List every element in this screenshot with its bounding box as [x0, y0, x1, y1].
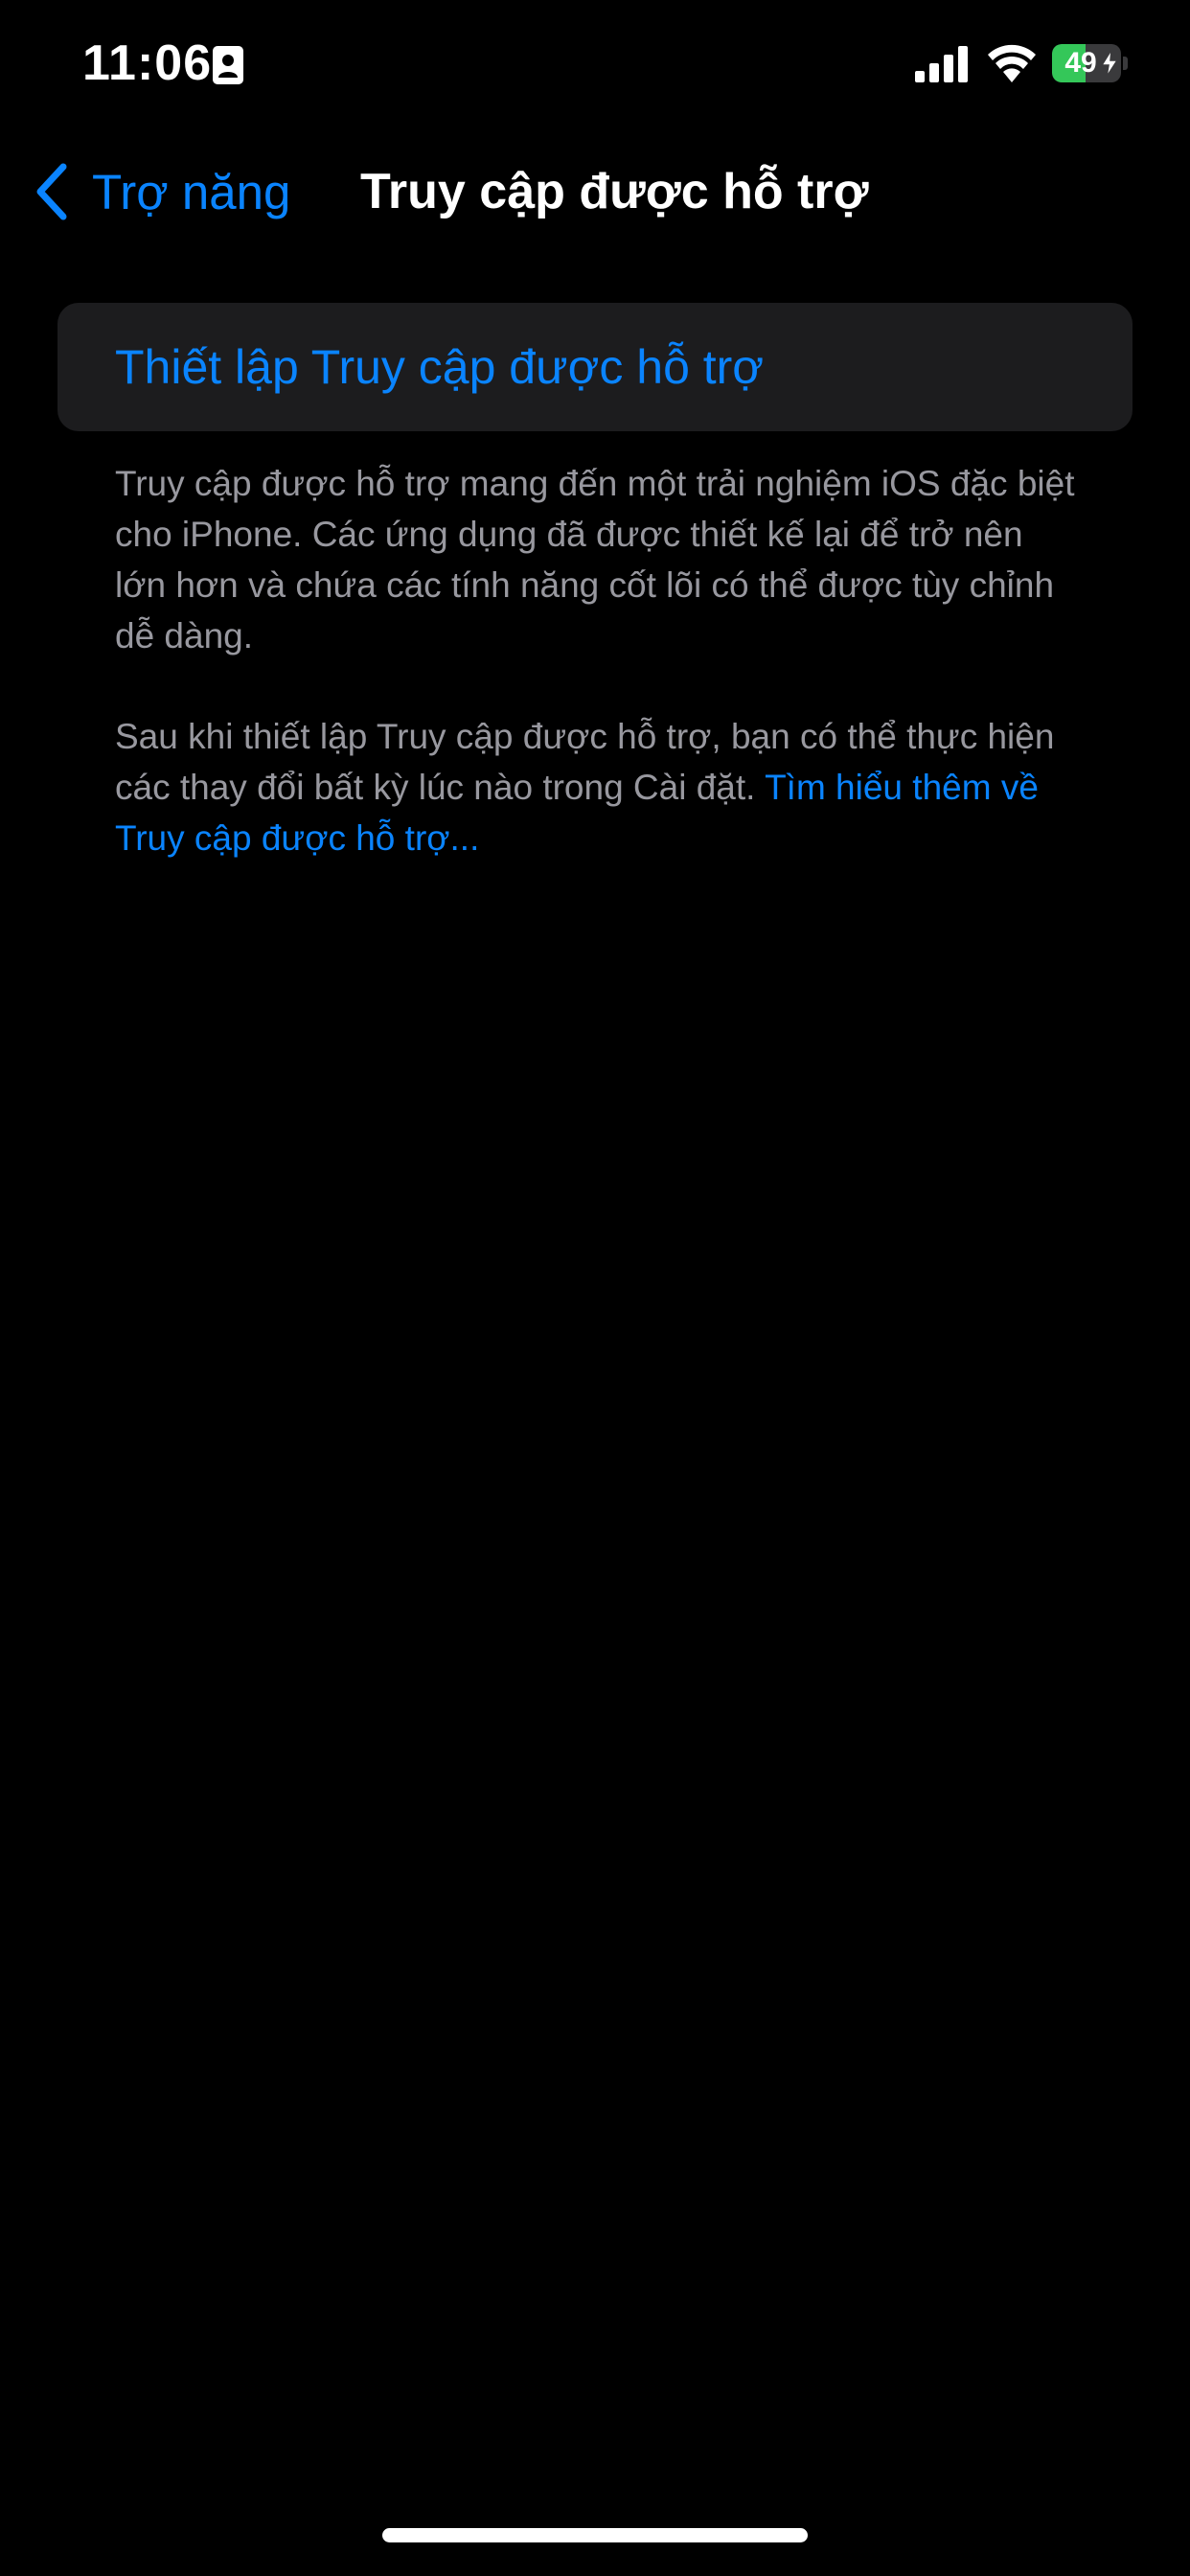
- footer-description: Truy cập được hỗ trợ mang đến một trải n…: [115, 458, 1083, 863]
- navigation-bar: Trợ năng Truy cập được hỗ trợ: [0, 134, 1190, 249]
- page-title: Truy cập được hỗ trợ: [360, 164, 869, 219]
- battery-icon: 49: [1052, 44, 1128, 82]
- status-time: 11:06: [82, 35, 213, 91]
- chevron-left-icon: [36, 163, 67, 220]
- cellular-signal-icon: [915, 46, 968, 82]
- setup-assistive-access-label: Thiết lập Truy cập được hỗ trợ: [115, 340, 765, 394]
- back-button-label: Trợ năng: [92, 164, 291, 219]
- description-text: Truy cập được hỗ trợ mang đến một trải n…: [115, 464, 1075, 656]
- info-paragraph: Sau khi thiết lập Truy cập được hỗ trợ, …: [115, 711, 1083, 863]
- status-bar: 11:06 49: [0, 0, 1190, 134]
- home-indicator[interactable]: [382, 2528, 808, 2542]
- back-button[interactable]: Trợ năng: [34, 157, 290, 226]
- charging-bolt-icon: [1100, 50, 1119, 77]
- battery-cap: [1123, 57, 1128, 70]
- contact-card-icon: [213, 46, 243, 84]
- setup-assistive-access-button[interactable]: Thiết lập Truy cập được hỗ trợ: [57, 303, 1133, 431]
- wifi-icon: [988, 44, 1036, 82]
